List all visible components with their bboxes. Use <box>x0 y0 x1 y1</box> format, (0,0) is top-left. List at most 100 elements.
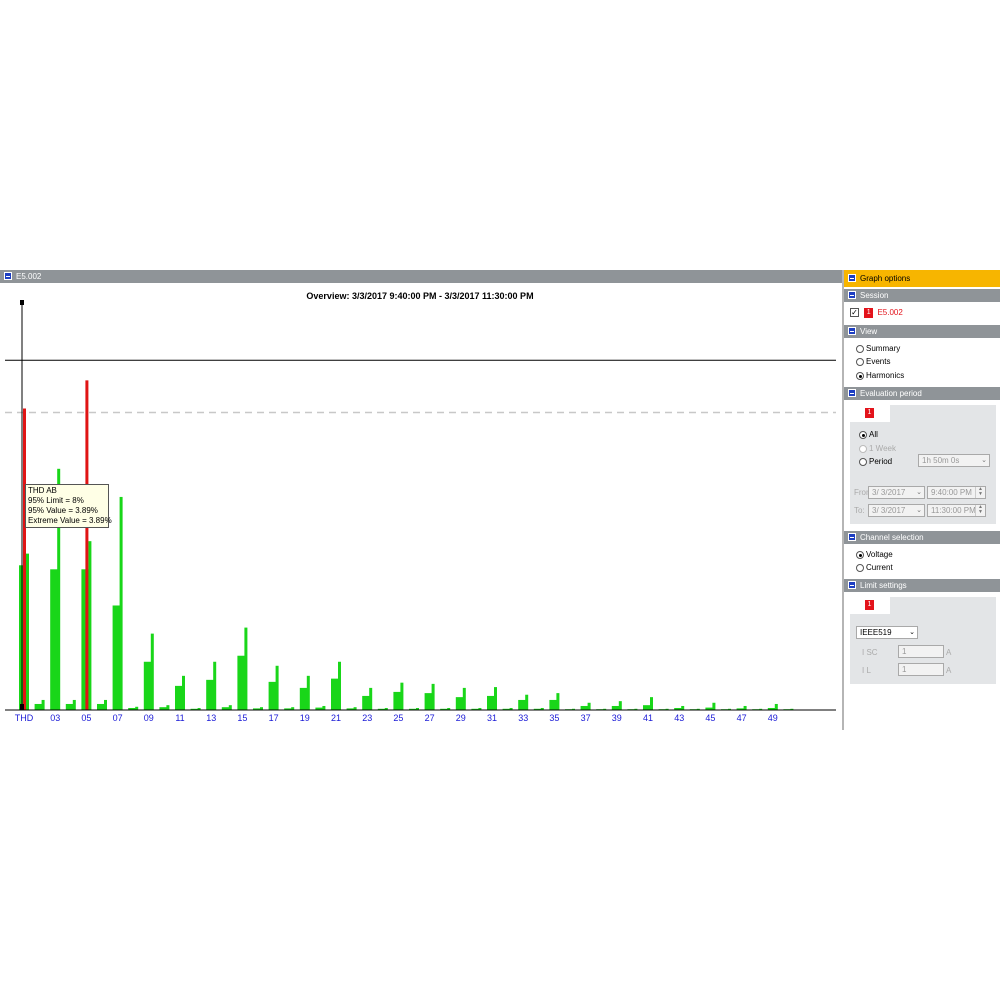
harmonic-extreme-bar <box>681 705 685 710</box>
tick-label: 03 <box>50 713 60 723</box>
graph-window: E5.002 Overview: 3/3/2017 9:40:00 PM - 3… <box>0 270 842 730</box>
harmonic-bar <box>206 679 215 710</box>
harmonic-extreme-bar <box>182 675 185 710</box>
limit-standard-value: IEEE519 <box>860 628 892 637</box>
il-unit: A <box>946 666 952 675</box>
tick-label: 13 <box>206 713 216 723</box>
from-date-value: 3/ 3/2017 <box>872 488 906 497</box>
session-header[interactable]: Session <box>844 289 1000 302</box>
radio-button[interactable] <box>856 550 864 559</box>
tick-label: 21 <box>331 713 341 723</box>
graph-options-panel: Graph options Session ✓ 1 E5.002 View Su… <box>844 270 1000 730</box>
radio-button[interactable] <box>859 457 867 466</box>
radio-button[interactable] <box>859 444 867 453</box>
limit-standard-select[interactable]: IEEE519 ⌄ <box>856 626 918 639</box>
radio-button[interactable] <box>856 344 864 353</box>
radio-label: 1 Week <box>869 444 896 453</box>
from-time-field[interactable]: 9:40:00 PM ▲ ▼ <box>927 486 986 499</box>
from-date-field[interactable]: 3/ 3/2017 ⌄ <box>868 486 925 499</box>
collapse-icon[interactable] <box>848 291 856 299</box>
collapse-icon[interactable] <box>848 389 856 397</box>
radio-button[interactable] <box>856 563 864 572</box>
to-time-value: 11:30:00 PM <box>931 506 976 515</box>
cursor-handle-top <box>20 300 24 305</box>
harmonic-extreme-bar <box>104 699 107 710</box>
period-option-period[interactable]: Period <box>859 456 892 467</box>
view-header[interactable]: View <box>844 325 1000 338</box>
period-duration-select[interactable]: 1h 50m 0s ⌄ <box>918 454 990 467</box>
tick-label: 17 <box>269 713 279 723</box>
session-checkbox[interactable]: ✓ <box>850 308 859 318</box>
collapse-icon[interactable] <box>848 533 856 541</box>
to-label: To: <box>854 506 865 515</box>
harmonic-tooltip: THD AB 95% Limit = 8% 95% Value = 3.89% … <box>25 484 112 528</box>
view-option-summary[interactable]: Summary <box>856 343 900 354</box>
channel-selection-header[interactable]: Channel selection <box>844 531 1000 544</box>
graph-titlebar: E5.002 <box>0 270 842 283</box>
harmonic-bar <box>362 695 371 710</box>
harmonic-extreme-bar <box>587 702 591 710</box>
harmonic-extreme-bar <box>228 705 232 710</box>
harmonic-extreme-bar <box>338 661 341 710</box>
harmonic-bar <box>549 699 558 710</box>
tick-label: 15 <box>237 713 247 723</box>
harmonic-bar <box>393 691 402 710</box>
limit-settings-header[interactable]: Limit settings <box>844 579 1000 592</box>
limit-settings-title: Limit settings <box>860 581 907 590</box>
period-option-week[interactable]: 1 Week <box>859 443 896 454</box>
harmonics-chart[interactable]: Overview: 3/3/2017 9:40:00 PM - 3/3/2017… <box>0 283 842 730</box>
collapse-icon[interactable] <box>848 274 856 282</box>
harmonic-extreme-bar <box>431 683 435 710</box>
view-option-events[interactable]: Events <box>856 356 890 367</box>
tab-1[interactable]: 1 <box>850 405 890 422</box>
channel-option-current[interactable]: Current <box>856 562 893 573</box>
tick-label: 11 <box>175 713 184 723</box>
view-title: View <box>860 327 878 336</box>
isc-input[interactable]: 1 <box>898 645 944 658</box>
harmonic-bar <box>97 703 105 710</box>
harmonic-bar <box>175 685 183 710</box>
channel-selection-title: Channel selection <box>860 533 924 542</box>
evaluation-period-header[interactable]: Evaluation period <box>844 387 1000 400</box>
radio-button[interactable] <box>856 371 864 380</box>
period-option-all[interactable]: All <box>859 429 878 440</box>
tab-1[interactable]: 1 <box>850 597 890 614</box>
tick-label: 25 <box>393 713 403 723</box>
harmonic-extreme-bar <box>650 697 653 710</box>
il-value: 1 <box>902 665 907 674</box>
il-input[interactable]: 1 <box>898 663 944 676</box>
view-option-harmonics[interactable]: Harmonics <box>856 370 904 381</box>
collapse-icon[interactable] <box>4 272 12 280</box>
tick-label: 07 <box>113 713 123 723</box>
il-label: I L <box>862 666 871 675</box>
harmonic-bar <box>580 705 589 710</box>
channel-option-voltage[interactable]: Voltage <box>856 549 893 560</box>
radio-button[interactable] <box>859 430 867 439</box>
tick-label: 09 <box>144 713 154 723</box>
radio-label: Voltage <box>866 550 893 559</box>
spinner-icon[interactable]: ▲ ▼ <box>975 505 985 516</box>
session-item[interactable]: ✓ 1 E5.002 <box>850 307 903 318</box>
collapse-icon[interactable] <box>848 327 856 335</box>
harmonic-extreme-bar <box>244 627 248 710</box>
graph-options-header[interactable]: Graph options <box>844 270 1000 287</box>
spinner-icon[interactable]: ▲ ▼ <box>975 487 985 498</box>
harmonic-bar <box>643 705 651 710</box>
tick-label: 43 <box>674 713 684 723</box>
tick-label: 27 <box>425 713 435 723</box>
app-window: E5.002 Overview: 3/3/2017 9:40:00 PM - 3… <box>0 270 1000 730</box>
harmonic-bar <box>143 661 152 710</box>
tick-label: 47 <box>737 713 747 723</box>
harmonic-bar <box>518 699 527 710</box>
harmonic-bar <box>34 703 43 710</box>
chevron-down-icon: ⌄ <box>916 489 922 496</box>
to-date-field[interactable]: 3/ 3/2017 ⌄ <box>868 504 925 517</box>
tooltip-line: 95% Value = 3.89% <box>28 506 98 515</box>
harmonic-bar <box>487 695 495 710</box>
radio-button[interactable] <box>856 357 864 366</box>
to-date-value: 3/ 3/2017 <box>872 506 906 515</box>
collapse-icon[interactable] <box>848 581 856 589</box>
radio-label: Events <box>866 357 891 366</box>
to-time-field[interactable]: 11:30:00 PM ▲ ▼ <box>927 504 986 517</box>
tick-label: 05 <box>81 713 91 723</box>
